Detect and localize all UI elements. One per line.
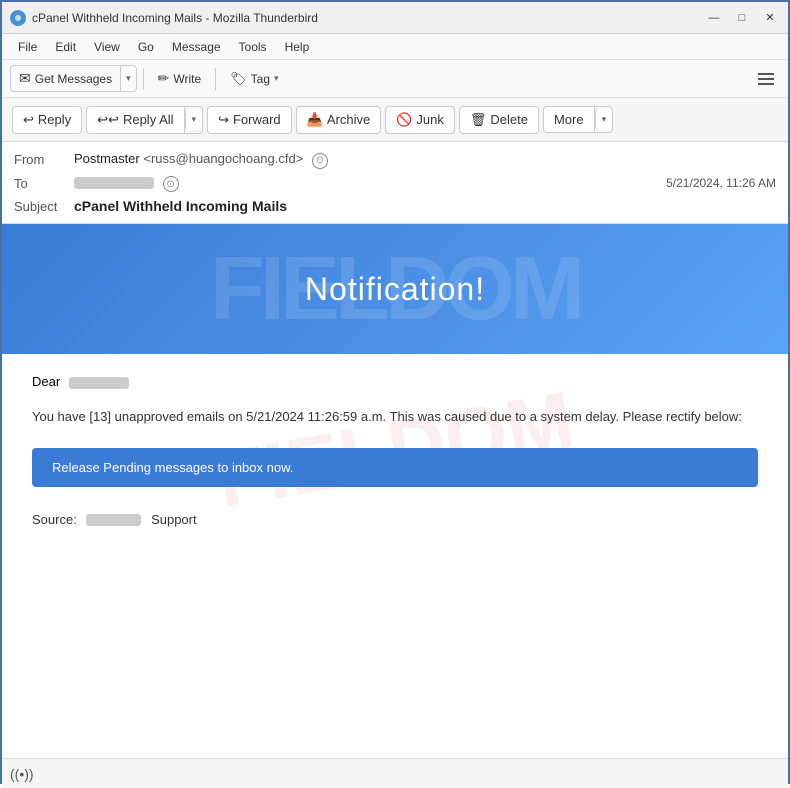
forward-icon: ↪ <box>218 112 229 128</box>
subject-row: Subject cPanel Withheld Incoming Mails <box>14 195 776 217</box>
menu-go[interactable]: Go <box>130 38 162 56</box>
chevron-down-icon-tag: ▾ <box>274 73 279 84</box>
menu-help[interactable]: Help <box>277 38 318 56</box>
forward-label: Forward <box>233 112 281 127</box>
toolbar: ✉ Get Messages ▾ ✏ Write 🏷 Tag ▾ <box>2 60 788 98</box>
email-dear: Dear <box>32 374 758 389</box>
get-messages-group: ✉ Get Messages ▾ <box>10 65 137 92</box>
get-messages-dropdown[interactable]: ▾ <box>121 69 136 88</box>
to-address-redacted <box>74 177 154 189</box>
action-bar: ↩ Reply ↩↩ Reply All ▾ ↪ Forward 📥 Archi… <box>2 98 788 142</box>
write-label: Write <box>173 72 201 86</box>
delete-label: Delete <box>490 112 528 127</box>
more-dropdown[interactable]: ▾ <box>595 109 613 130</box>
reply-all-label: Reply All <box>123 112 174 127</box>
archive-label: Archive <box>327 112 370 127</box>
contact-icon[interactable]: ⊙ <box>312 153 328 169</box>
email-date: 5/21/2024, 11:26 AM <box>666 176 776 190</box>
from-label: From <box>14 152 74 167</box>
window-controls: — □ ✕ <box>704 8 780 28</box>
dear-prefix: Dear <box>32 374 60 389</box>
to-label: To <box>14 176 74 191</box>
to-value: ⊙ <box>74 175 666 193</box>
hamburger-line-3 <box>758 83 774 85</box>
menu-edit[interactable]: Edit <box>47 38 84 56</box>
tag-icon: 🏷 <box>230 71 247 87</box>
junk-label: Junk <box>416 112 443 127</box>
subject-value: cPanel Withheld Incoming Mails <box>74 198 776 214</box>
forward-button[interactable]: ↪ Forward <box>207 106 292 134</box>
more-group: More ▾ <box>543 106 613 133</box>
from-name: Postmaster <box>74 151 140 166</box>
pencil-icon: ✏ <box>158 70 170 87</box>
from-row: From Postmaster <russ@huangochoang.cfd> … <box>14 148 776 172</box>
source-name-redacted <box>86 514 141 526</box>
more-button[interactable]: More <box>544 107 595 132</box>
hamburger-line-1 <box>758 73 774 75</box>
from-value: Postmaster <russ@huangochoang.cfd> ⊙ <box>74 151 776 169</box>
close-button[interactable]: ✕ <box>760 8 780 28</box>
reply-icon: ↩ <box>23 112 34 128</box>
reply-all-dropdown[interactable]: ▾ <box>185 109 203 130</box>
minimize-button[interactable]: — <box>704 8 724 28</box>
junk-button[interactable]: 🚫 Junk <box>385 106 455 134</box>
archive-icon: 📥 <box>307 112 323 128</box>
source-suffix: Support <box>151 512 197 527</box>
maximize-button[interactable]: □ <box>732 8 752 28</box>
archive-button[interactable]: 📥 Archive <box>296 106 382 134</box>
window-title: cPanel Withheld Incoming Mails - Mozilla… <box>32 11 704 25</box>
hamburger-line-2 <box>758 78 774 80</box>
to-contact-icon[interactable]: ⊙ <box>163 176 179 192</box>
email-body-text: You have [13] unapproved emails on 5/21/… <box>32 407 758 428</box>
from-email: <russ@huangochoang.cfd> <box>143 151 303 166</box>
chevron-down-icon-reply: ▾ <box>192 114 197 125</box>
reply-all-group: ↩↩ Reply All ▾ <box>86 106 203 134</box>
email-body: FIELDOM Notification! FIELDOM Dear You h… <box>2 224 788 758</box>
title-bar: cPanel Withheld Incoming Mails - Mozilla… <box>2 2 788 34</box>
to-row: To ⊙ 5/21/2024, 11:26 AM <box>14 172 776 196</box>
cta-text: Release Pending messages to inbox now. <box>52 460 293 475</box>
write-button[interactable]: ✏ Write <box>150 66 210 91</box>
tag-button[interactable]: 🏷 Tag ▾ <box>222 67 286 91</box>
toolbar-divider-2 <box>215 68 216 90</box>
toolbar-divider-1 <box>143 68 144 90</box>
inbox-icon: ✉ <box>19 70 31 87</box>
release-messages-button[interactable]: Release Pending messages to inbox now. <box>32 448 758 487</box>
email-content: FIELDOM Dear You have [13] unapproved em… <box>2 354 788 547</box>
reply-label: Reply <box>38 112 71 127</box>
menu-view[interactable]: View <box>86 38 128 56</box>
tag-label: Tag <box>251 72 270 86</box>
junk-icon: 🚫 <box>396 112 412 128</box>
delete-button[interactable]: 🗑 Delete <box>459 106 539 134</box>
menu-tools[interactable]: Tools <box>231 38 275 56</box>
get-messages-button[interactable]: ✉ Get Messages <box>11 66 121 91</box>
get-messages-label: Get Messages <box>35 72 112 86</box>
menu-message[interactable]: Message <box>164 38 229 56</box>
chevron-down-icon-more: ▾ <box>602 114 607 125</box>
reply-all-icon: ↩↩ <box>97 112 119 128</box>
menu-bar: File Edit View Go Message Tools Help <box>2 34 788 60</box>
dear-name-redacted <box>69 377 129 389</box>
email-header: From Postmaster <russ@huangochoang.cfd> … <box>2 142 788 224</box>
more-label: More <box>554 112 584 127</box>
email-source: Source: Support <box>32 512 758 527</box>
subject-label: Subject <box>14 199 74 214</box>
banner-text: Notification! <box>305 271 485 308</box>
app-icon <box>10 10 26 26</box>
reply-button[interactable]: ↩ Reply <box>12 106 82 134</box>
chevron-down-icon: ▾ <box>126 73 131 84</box>
trash-icon: 🗑 <box>470 112 487 128</box>
menu-file[interactable]: File <box>10 38 45 56</box>
email-banner: FIELDOM Notification! <box>2 224 788 354</box>
source-label: Source: <box>32 512 77 527</box>
hamburger-menu-button[interactable] <box>752 68 780 90</box>
connectivity-icon: ((•)) <box>10 766 34 782</box>
reply-all-button[interactable]: ↩↩ Reply All <box>87 107 184 133</box>
